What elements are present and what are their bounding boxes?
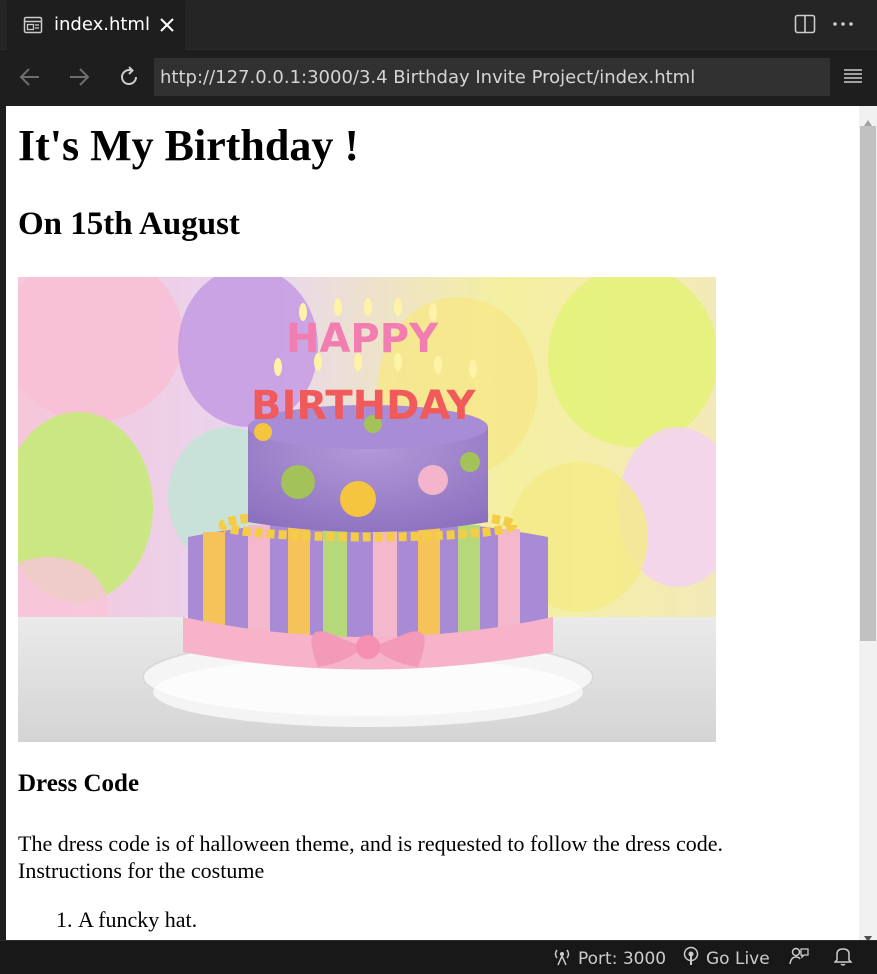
vertical-scrollbar[interactable] <box>859 106 877 942</box>
feedback-icon[interactable] <box>789 946 809 966</box>
paragraph-line-2: Instructions for the costume <box>18 858 265 883</box>
dress-code-paragraph: The dress code is of halloween theme, an… <box>18 830 838 884</box>
image-candle-text-1: HAPPY <box>286 316 439 362</box>
arrow-right-icon[interactable] <box>67 66 91 92</box>
dress-code-heading: Dress Code <box>18 770 140 797</box>
url-input[interactable] <box>154 58 830 96</box>
go-live-label: Go Live <box>706 948 770 969</box>
status-bar: Port: 3000 Go Live <box>0 940 877 974</box>
reload-icon[interactable] <box>117 65 141 93</box>
podcast-icon <box>682 946 700 971</box>
tab-index-html[interactable]: index.html <box>7 0 185 50</box>
page-title: It's My Birthday ! <box>18 121 359 170</box>
broadcast-icon <box>552 946 572 971</box>
image-candle-text-2: BIRTHDAY <box>251 383 476 429</box>
costume-list: A funcky hat. <box>18 906 197 933</box>
go-live-button[interactable]: Go Live <box>682 946 770 971</box>
preview-page-icon <box>23 15 43 39</box>
hamburger-menu-icon[interactable] <box>843 67 863 89</box>
bell-icon[interactable] <box>834 946 852 966</box>
scrollbar-thumb[interactable] <box>860 126 876 641</box>
paragraph-line-1: The dress code is of halloween theme, an… <box>18 831 724 856</box>
close-icon[interactable] <box>157 15 177 39</box>
page-viewport: It's My Birthday ! On 15th August HAPPY … <box>6 106 859 940</box>
tab-bar: index.html <box>0 0 877 50</box>
list-item: A funcky hat. <box>78 906 197 933</box>
arrow-left-icon[interactable] <box>18 66 42 92</box>
port-label: Port: 3000 <box>578 948 667 969</box>
more-actions-icon[interactable] <box>832 14 854 38</box>
tab-label: index.html <box>54 14 150 35</box>
page-subtitle: On 15th August <box>18 206 240 242</box>
birthday-cake-image: HAPPY BIRTHDAY <box>18 277 716 742</box>
port-status[interactable]: Port: 3000 <box>552 946 666 971</box>
navigation-bar <box>0 50 877 106</box>
split-editor-icon[interactable] <box>794 14 816 38</box>
